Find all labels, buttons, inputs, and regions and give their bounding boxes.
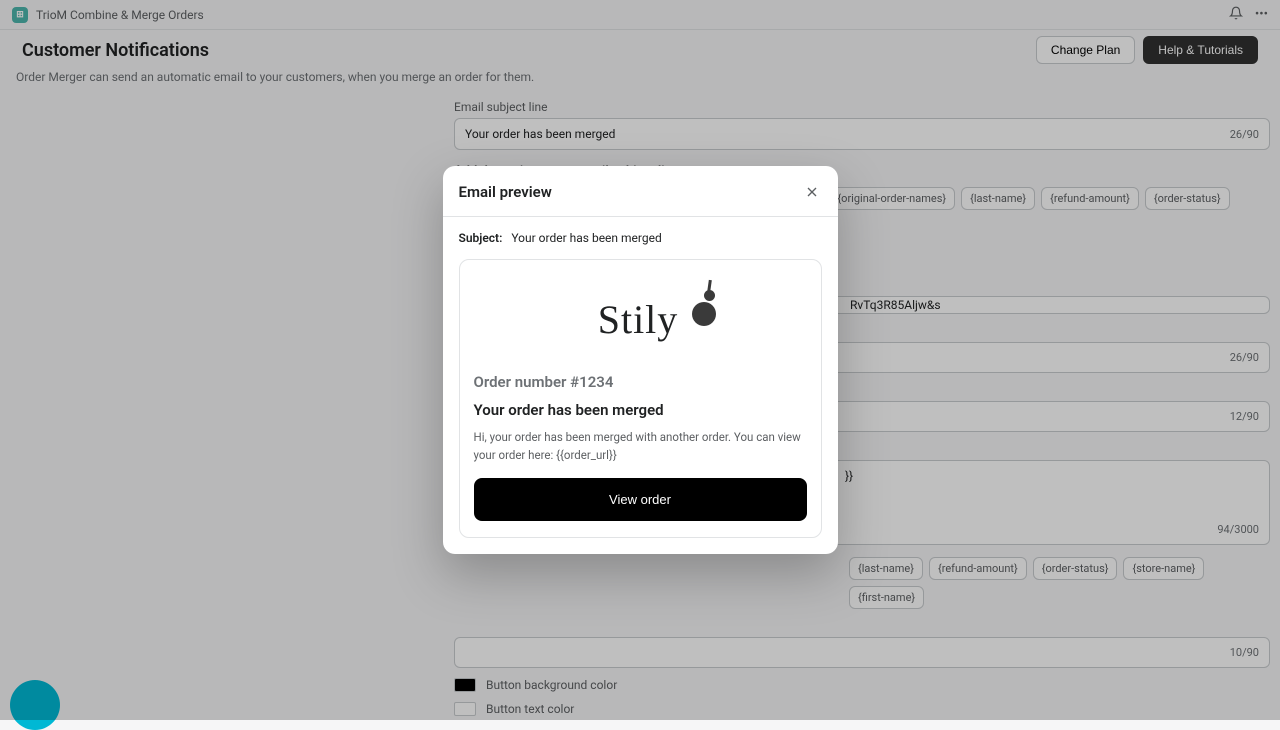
subject-value: Your order has been merged [511, 231, 661, 245]
modal-title: Email preview [459, 183, 552, 201]
email-title: Your order has been merged [474, 401, 807, 419]
close-icon[interactable] [802, 182, 822, 202]
preview-card: Stily Order number #1234 Your order has … [459, 259, 822, 538]
modal-overlay: Email preview Subject: Your order has be… [0, 0, 1280, 720]
subject-label: Subject: [459, 231, 503, 245]
email-preview-modal: Email preview Subject: Your order has be… [443, 166, 838, 554]
email-body: Hi, your order has been merged with anot… [474, 429, 807, 464]
view-order-button[interactable]: View order [474, 478, 807, 521]
order-number: Order number #1234 [474, 373, 807, 391]
preview-logo: Stily [474, 276, 807, 373]
